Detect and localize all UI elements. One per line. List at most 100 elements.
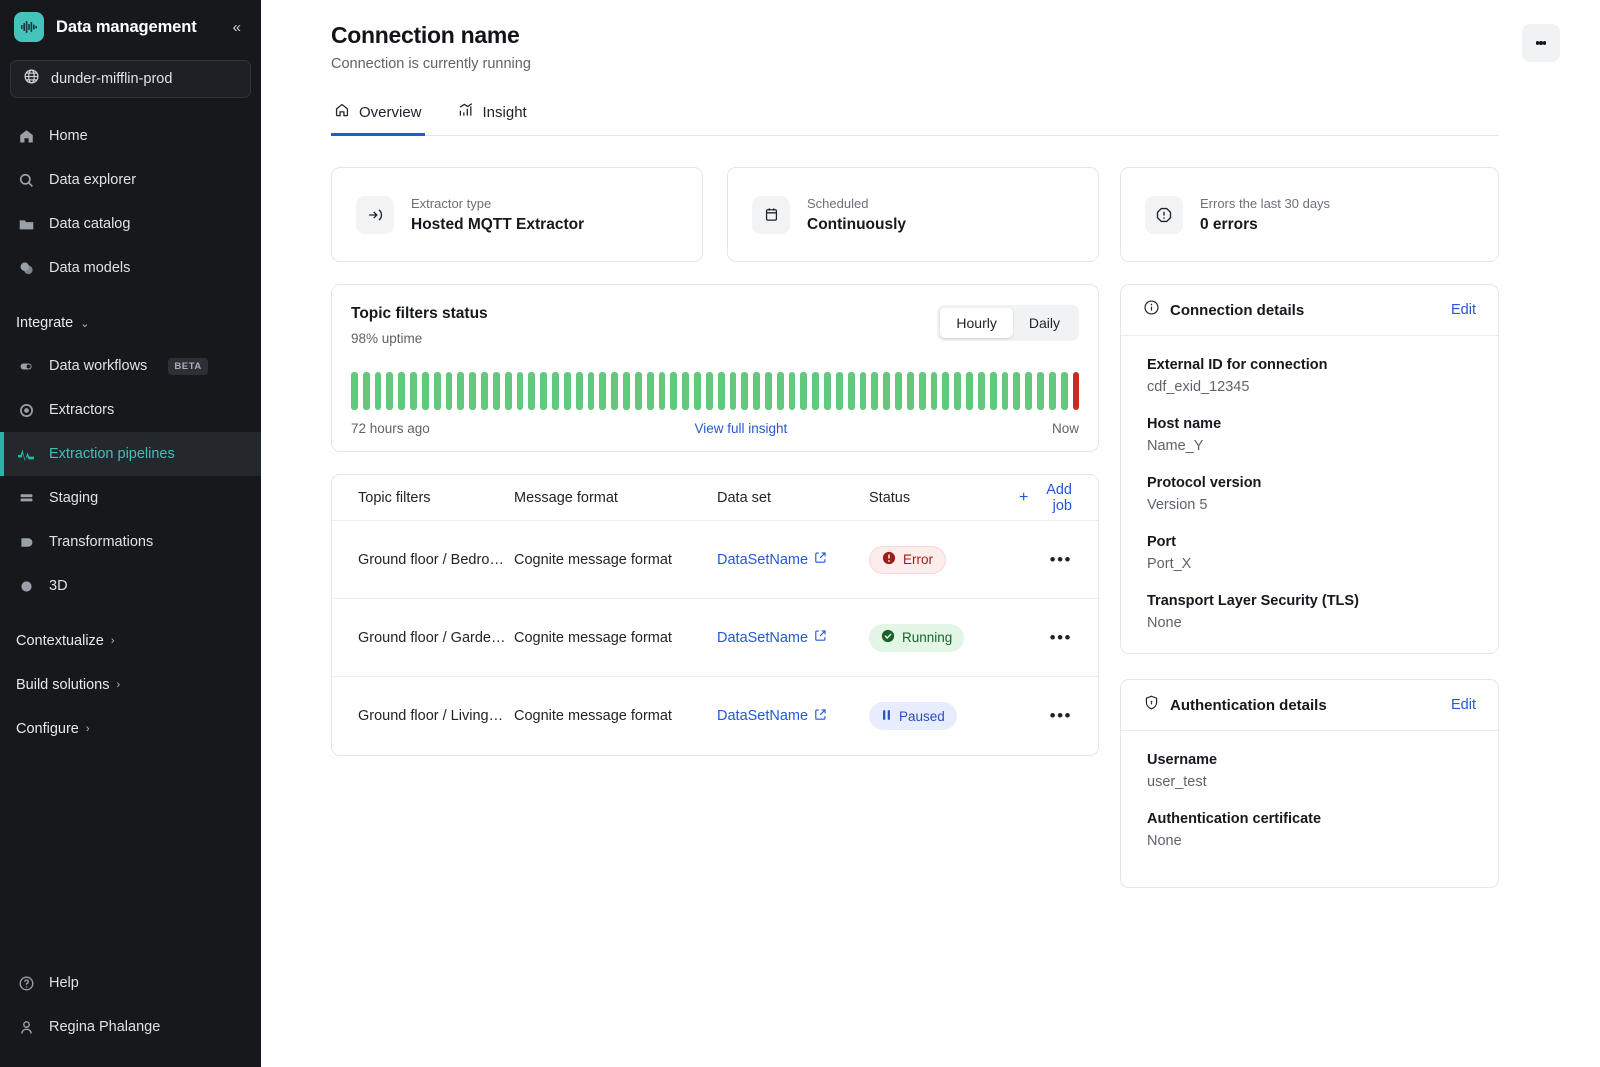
uptime-bar-ok[interactable] bbox=[930, 372, 938, 410]
uptime-bar-ok[interactable] bbox=[658, 372, 666, 410]
sidebar-item-data-catalog[interactable]: Data catalog bbox=[0, 202, 261, 246]
table-row[interactable]: Ground floor / Living… Cognite message f… bbox=[332, 677, 1098, 755]
uptime-bar-ok[interactable] bbox=[835, 372, 843, 410]
table-row[interactable]: Ground floor / Garde… Cognite message fo… bbox=[332, 599, 1098, 677]
uptime-bar-ok[interactable] bbox=[540, 372, 548, 410]
uptime-bar-ok[interactable] bbox=[398, 372, 406, 410]
uptime-bar-ok[interactable] bbox=[528, 372, 536, 410]
uptime-bar-ok[interactable] bbox=[575, 372, 583, 410]
uptime-bar-ok[interactable] bbox=[623, 372, 630, 410]
sidebar-item-help[interactable]: Help bbox=[0, 961, 261, 1005]
uptime-bar-ok[interactable] bbox=[410, 372, 417, 410]
add-job-button[interactable]: + Add job bbox=[1019, 482, 1072, 514]
uptime-bar-ok[interactable] bbox=[966, 372, 973, 410]
uptime-bar-ok[interactable] bbox=[753, 372, 760, 410]
uptime-bar-ok[interactable] bbox=[954, 372, 962, 410]
edit-connection-details-button[interactable]: Edit bbox=[1451, 302, 1476, 318]
uptime-bar-ok[interactable] bbox=[362, 372, 370, 410]
uptime-bar-ok[interactable] bbox=[682, 372, 690, 410]
uptime-bar-ok[interactable] bbox=[1060, 372, 1068, 410]
uptime-bar-ok[interactable] bbox=[516, 372, 524, 410]
kebab-menu-icon[interactable] bbox=[1522, 24, 1560, 62]
status-card-header: Topic filters status 98% uptime Hourly D… bbox=[351, 305, 1079, 346]
uptime-bar-ok[interactable] bbox=[386, 372, 394, 410]
uptime-bar-ok[interactable] bbox=[824, 372, 831, 410]
uptime-bar-ok[interactable] bbox=[587, 372, 595, 410]
uptime-bar-error[interactable] bbox=[1072, 372, 1080, 410]
uptime-bar-ok[interactable] bbox=[552, 372, 559, 410]
tab-insight[interactable]: Insight bbox=[455, 98, 530, 136]
sidebar-item-3d[interactable]: 3D bbox=[0, 564, 261, 608]
uptime-bar-ok[interactable] bbox=[694, 372, 701, 410]
uptime-bar-ok[interactable] bbox=[457, 372, 465, 410]
toggle-hourly[interactable]: Hourly bbox=[940, 308, 1013, 338]
uptime-bar-ok[interactable] bbox=[977, 372, 985, 410]
sidebar-item-extraction-pipelines[interactable]: Extraction pipelines bbox=[0, 432, 261, 476]
uptime-bar-ok[interactable] bbox=[847, 372, 855, 410]
tab-overview[interactable]: Overview bbox=[331, 98, 425, 136]
uptime-bar-ok[interactable] bbox=[351, 372, 358, 410]
sidebar-item-data-workflows[interactable]: Data workflows BETA bbox=[0, 344, 261, 388]
uptime-bar-ok[interactable] bbox=[1013, 372, 1021, 410]
project-selector[interactable]: dunder-mifflin-prod bbox=[10, 60, 251, 98]
uptime-bar-ok[interactable] bbox=[599, 372, 607, 410]
sidebar-item-staging[interactable]: Staging bbox=[0, 476, 261, 520]
uptime-bar-ok[interactable] bbox=[764, 372, 772, 410]
uptime-bar-ok[interactable] bbox=[800, 372, 808, 410]
toggle-daily[interactable]: Daily bbox=[1013, 308, 1076, 338]
table-row[interactable]: Ground floor / Bedro… Cognite message fo… bbox=[332, 521, 1098, 599]
uptime-bar-ok[interactable] bbox=[646, 372, 654, 410]
uptime-bar-ok[interactable] bbox=[812, 372, 820, 410]
sidebar-group-contextualize[interactable]: Contextualize › bbox=[0, 620, 261, 662]
sidebar-item-data-explorer[interactable]: Data explorer bbox=[0, 158, 261, 202]
sidebar-group-build-solutions[interactable]: Build solutions › bbox=[0, 664, 261, 706]
uptime-bar-ok[interactable] bbox=[563, 372, 571, 410]
uptime-bar-ok[interactable] bbox=[481, 372, 488, 410]
uptime-bar-ok[interactable] bbox=[741, 372, 749, 410]
sidebar-item-user[interactable]: Regina Phalange bbox=[0, 1005, 261, 1049]
data-set-link[interactable]: DataSetName bbox=[717, 551, 827, 568]
sidebar-group-integrate[interactable]: Integrate ⌄ bbox=[0, 302, 261, 344]
uptime-bar-ok[interactable] bbox=[492, 372, 500, 410]
uptime-bar-ok[interactable] bbox=[1048, 372, 1056, 410]
sidebar-item-home[interactable]: Home bbox=[0, 114, 261, 158]
uptime-bar-ok[interactable] bbox=[717, 372, 725, 410]
view-full-insight-link[interactable]: View full insight bbox=[694, 421, 787, 436]
status-label: Paused bbox=[899, 708, 945, 724]
uptime-bar-ok[interactable] bbox=[989, 372, 997, 410]
uptime-bar-ok[interactable] bbox=[421, 372, 429, 410]
uptime-bar-ok[interactable] bbox=[895, 372, 902, 410]
uptime-bar-ok[interactable] bbox=[883, 372, 891, 410]
sidebar-item-extractors[interactable]: Extractors bbox=[0, 388, 261, 432]
uptime-bar-ok[interactable] bbox=[918, 372, 926, 410]
edit-authentication-details-button[interactable]: Edit bbox=[1451, 697, 1476, 713]
uptime-bar-ok[interactable] bbox=[433, 372, 441, 410]
uptime-bar-ok[interactable] bbox=[942, 372, 950, 410]
uptime-bar-ok[interactable] bbox=[374, 372, 382, 410]
uptime-bar-ok[interactable] bbox=[1025, 372, 1033, 410]
data-set-link[interactable]: DataSetName bbox=[717, 708, 827, 725]
collapse-sidebar-button[interactable]: « bbox=[229, 16, 245, 39]
uptime-bar-ok[interactable] bbox=[670, 372, 678, 410]
uptime-bar-ok[interactable] bbox=[1037, 372, 1044, 410]
uptime-bar-ok[interactable] bbox=[729, 372, 737, 410]
sidebar-group-configure[interactable]: Configure › bbox=[0, 708, 261, 750]
uptime-bar-ok[interactable] bbox=[705, 372, 713, 410]
uptime-bar-ok[interactable] bbox=[906, 372, 914, 410]
uptime-bar-ok[interactable] bbox=[788, 372, 796, 410]
uptime-bar-ok[interactable] bbox=[871, 372, 879, 410]
uptime-bar-ok[interactable] bbox=[469, 372, 477, 410]
sidebar-item-transformations[interactable]: Transformations bbox=[0, 520, 261, 564]
uptime-bar-ok[interactable] bbox=[776, 372, 784, 410]
uptime-bar-ok[interactable] bbox=[611, 372, 619, 410]
uptime-bar-ok[interactable] bbox=[634, 372, 642, 410]
row-actions-icon[interactable]: ••• bbox=[1050, 628, 1072, 647]
row-actions-icon[interactable]: ••• bbox=[1050, 706, 1072, 725]
uptime-bar-ok[interactable] bbox=[859, 372, 867, 410]
uptime-bar-ok[interactable] bbox=[445, 372, 453, 410]
sidebar-item-data-models[interactable]: Data models bbox=[0, 246, 261, 290]
row-actions-icon[interactable]: ••• bbox=[1050, 550, 1072, 569]
uptime-bar-ok[interactable] bbox=[504, 372, 512, 410]
data-set-link[interactable]: DataSetName bbox=[717, 629, 827, 646]
uptime-bar-ok[interactable] bbox=[1001, 372, 1009, 410]
